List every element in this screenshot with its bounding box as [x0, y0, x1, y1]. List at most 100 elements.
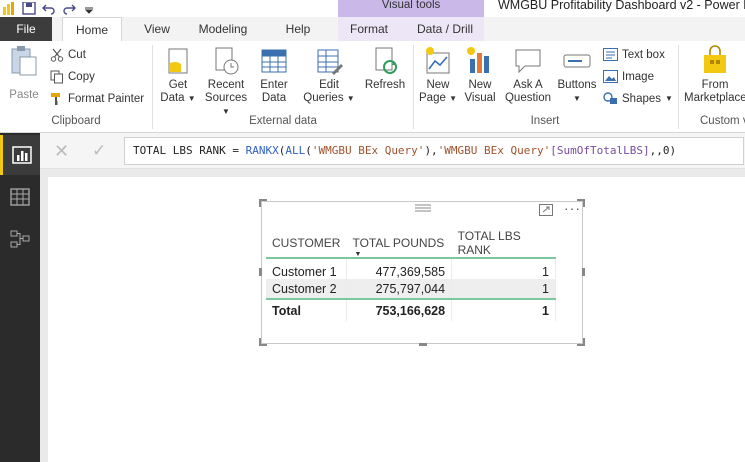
- resize-handle[interactable]: [577, 338, 585, 346]
- resize-handle[interactable]: [419, 343, 427, 346]
- scissors-icon: [50, 48, 64, 62]
- column-header-customer[interactable]: CUSTOMER: [266, 228, 347, 259]
- new-page-label-1: New: [426, 79, 450, 91]
- cell-total-pounds: 275,797,044: [346, 279, 453, 299]
- tab-help[interactable]: Help: [276, 17, 320, 41]
- formula-paren: ),: [424, 144, 438, 157]
- paintbrush-icon: [51, 93, 60, 105]
- chevron-down-icon: ▼: [346, 94, 355, 103]
- cut-button[interactable]: Cut: [50, 48, 86, 62]
- column-header-total-lbs-rank[interactable]: TOTAL LBS RANK: [451, 228, 556, 259]
- report-view-button[interactable]: [0, 135, 40, 175]
- ask-question-label-1: Ask A: [513, 79, 543, 91]
- edit-queries-label-1: Edit: [319, 79, 339, 91]
- table-row: Customer 1 477,369,585 1: [266, 258, 556, 279]
- resize-handle[interactable]: [259, 338, 267, 346]
- button-shape-icon: [563, 54, 591, 68]
- enter-data-button[interactable]: Enter Data: [254, 45, 294, 105]
- column-header-total-pounds[interactable]: TOTAL POUNDS ▼: [346, 228, 452, 259]
- app-logo-icon: [3, 2, 14, 15]
- resize-handle[interactable]: [259, 199, 267, 207]
- formula-function-rankx: RANKX: [245, 144, 279, 157]
- tab-format[interactable]: Format: [340, 17, 398, 41]
- chevron-down-icon: ▼: [187, 94, 196, 103]
- cell-total-rank: 1: [451, 298, 556, 321]
- save-icon[interactable]: [22, 2, 36, 15]
- paste-icon: [11, 46, 37, 76]
- recent-sources-label-2: Sources: [204, 92, 248, 104]
- customize-toolbar-icon[interactable]: [82, 2, 96, 15]
- tab-view[interactable]: View: [134, 17, 180, 41]
- group-label-clipboard: Clipboard: [51, 115, 101, 127]
- enter-data-label-2: Data: [261, 92, 287, 104]
- formula-column-ref: [SumOfTotalLBS]: [550, 144, 650, 157]
- data-view-button[interactable]: [0, 177, 40, 217]
- cell-customer: Customer 1: [266, 258, 347, 279]
- cell-total-lbs-rank: 1: [451, 279, 556, 299]
- copy-button[interactable]: Copy: [50, 70, 95, 84]
- resize-handle[interactable]: [582, 268, 585, 276]
- ribbon-separator: [152, 45, 153, 129]
- undo-icon[interactable]: [42, 2, 56, 15]
- shapes-label: Shapes: [622, 92, 662, 105]
- formula-paren: (: [305, 144, 312, 157]
- recent-sources-button[interactable]: Recent Sources ▼: [200, 45, 252, 118]
- left-view-rail: [0, 133, 40, 462]
- paste-button[interactable]: Paste: [6, 45, 42, 102]
- new-page-button[interactable]: New Page ▼: [418, 45, 458, 105]
- table-row: Customer 2 275,797,044 1: [266, 279, 556, 299]
- tab-data-drill[interactable]: Data / Drill: [408, 17, 482, 41]
- get-data-button[interactable]: Get Data ▼: [158, 45, 198, 105]
- ribbon-tabs: File Home View Modeling Help Format Data…: [0, 17, 745, 41]
- quick-access-toolbar: [0, 0, 96, 17]
- resize-handle[interactable]: [259, 268, 262, 276]
- shapes-icon: [603, 92, 617, 104]
- ask-question-button[interactable]: Ask A Question: [502, 45, 554, 105]
- format-painter-button[interactable]: Format Painter: [50, 92, 144, 106]
- cell-total-lbs-rank: 1: [451, 258, 556, 279]
- ribbon: Paste Cut Copy Format Painter Clipboard …: [0, 41, 745, 133]
- refresh-button[interactable]: Refresh: [362, 45, 408, 92]
- table-visual[interactable]: ··· CUSTOMER TOTAL POUNDS ▼ TOTAL LBS RA…: [259, 199, 585, 346]
- copy-icon: [50, 70, 63, 84]
- tab-file[interactable]: File: [0, 17, 52, 41]
- edit-queries-button[interactable]: Edit Queries ▼: [302, 45, 356, 105]
- commit-formula-icon[interactable]: ✓: [92, 141, 106, 161]
- formula-table-ref: 'WMGBU BEx Query': [311, 144, 425, 157]
- formula-table-ref: 'WMGBU BEx Query': [437, 144, 551, 157]
- focus-mode-icon[interactable]: [539, 204, 553, 216]
- image-label: Image: [622, 70, 654, 83]
- from-marketplace-button[interactable]: From Marketplace: [684, 45, 745, 105]
- contextual-group-visual-tools: Visual tools: [338, 0, 484, 17]
- group-label-insert: Insert: [530, 115, 560, 127]
- enter-data-label-1: Enter: [260, 79, 288, 91]
- sort-descending-icon: ▼: [354, 251, 362, 258]
- window-title: WMGBU Profitability Dashboard v2 - Power…: [498, 0, 745, 12]
- redo-icon[interactable]: [62, 2, 76, 15]
- refresh-label: Refresh: [364, 79, 406, 91]
- buttons-button[interactable]: Buttons ▼: [556, 45, 598, 105]
- model-view-button[interactable]: [0, 219, 40, 259]
- format-painter-label: Format Painter: [68, 93, 145, 105]
- tab-modeling[interactable]: Modeling: [190, 17, 256, 41]
- resize-handle[interactable]: [577, 199, 585, 207]
- recent-sources-label-1: Recent: [207, 79, 245, 91]
- ribbon-separator: [678, 45, 679, 129]
- shapes-button[interactable]: Shapes ▼: [603, 92, 673, 105]
- new-visual-button[interactable]: New Visual: [460, 45, 500, 105]
- report-view-icon: [11, 146, 32, 164]
- formula-function-all: ALL: [285, 144, 306, 157]
- formula-input[interactable]: TOTAL LBS RANK = RANKX(ALL('WMGBU BEx Qu…: [124, 137, 744, 165]
- new-visual-icon: [467, 47, 489, 73]
- edit-queries-label-2: Queries: [303, 92, 344, 104]
- cancel-formula-icon[interactable]: ✕: [54, 141, 69, 162]
- marketplace-bag-icon: [704, 45, 726, 73]
- image-button[interactable]: Image: [603, 70, 654, 83]
- cut-label: Cut: [68, 49, 86, 61]
- new-visual-label-1: New: [468, 79, 492, 91]
- get-data-label-1: Get: [168, 79, 188, 91]
- speech-bubble-icon: [515, 49, 541, 74]
- tab-home[interactable]: Home: [62, 17, 122, 41]
- drag-grip-icon[interactable]: [414, 203, 432, 212]
- text-box-button[interactable]: Text box: [603, 48, 665, 61]
